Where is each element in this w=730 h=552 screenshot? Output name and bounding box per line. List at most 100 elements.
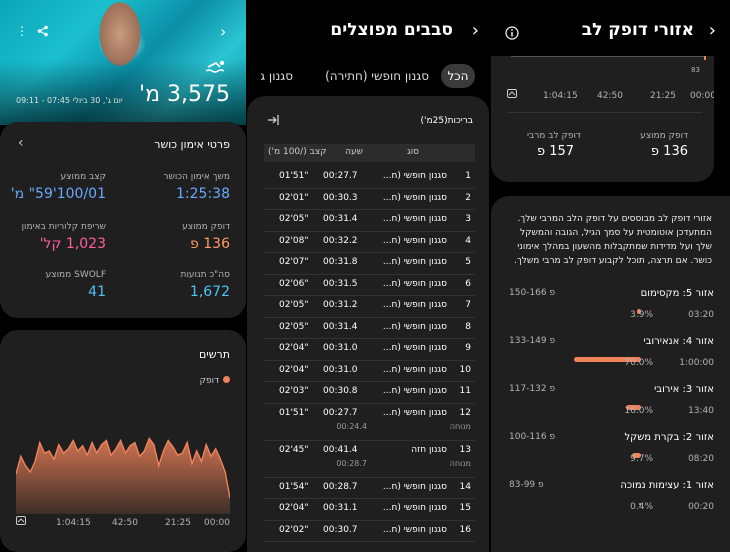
row-separator: [264, 359, 475, 361]
row-type: סגנון חופשי (ח...: [382, 235, 447, 246]
zone-range: 83-99 פ: [509, 480, 544, 490]
row-pace: 02'04": [279, 343, 309, 353]
row-separator: [264, 402, 475, 404]
expand-icon[interactable]: [16, 516, 26, 525]
top-tick: 83: [691, 66, 700, 74]
row-number: 10: [459, 364, 471, 375]
row-separator: [264, 439, 475, 441]
zones-description: אזורי דופק לב מבוססים על דופק הלב המרבי …: [514, 214, 712, 266]
hr-area: [16, 438, 230, 514]
zone-percent: 9.7%: [630, 454, 653, 464]
avg-hr-label: דופק ממוצע: [182, 222, 230, 232]
chart-title: תרשים: [199, 348, 230, 361]
table-row: 1 סגנון חופשי (ח... 00:27.7 01'51": [264, 171, 475, 185]
row-separator: [264, 498, 475, 499]
row-time: 00:28.7: [323, 481, 358, 492]
row-separator: [264, 519, 475, 521]
tab-backstroke[interactable]: סגנון גו: [261, 64, 293, 88]
row-pace: 02'04": [279, 364, 309, 375]
header-type: סוג: [406, 147, 419, 157]
table-row: 7 סגנון חופשי (ח... 00:31.2 02'05": [264, 300, 475, 314]
x-tick: 42:50: [597, 91, 623, 101]
chart-card: תרשים דופק 1:04:15 42:50 21:25 00:00: [0, 330, 246, 552]
row-pace: 02'05": [279, 214, 309, 224]
swolf-stat: SWOLF ממוצע 41: [6, 270, 106, 300]
zone-row: אזור 4: אנאירובי 133-149 פ 1:00:00 70.0%: [509, 336, 714, 386]
x-tick: 42:50: [112, 518, 138, 528]
row-number: 15: [459, 503, 471, 513]
calories-label: שריפת קלוריות באימון: [21, 222, 106, 232]
avg-hr-label: דופק ממוצע: [640, 131, 688, 141]
row-type: סגנון חופשי (ח...: [382, 321, 447, 332]
x-tick: 21:25: [165, 518, 191, 528]
back-icon[interactable]: ›: [709, 20, 716, 41]
max-hr-value: 157 פ: [537, 144, 575, 159]
row-time: 00:27.7: [323, 171, 358, 181]
menu-icon[interactable]: ⋮: [16, 24, 28, 38]
pace-label: קצב ממוצע: [60, 172, 106, 182]
rest-label: מנוחה: [449, 421, 471, 431]
x-tick: 1:04:15: [56, 518, 91, 528]
tab-all[interactable]: הכל: [441, 64, 475, 88]
row-time: 00:31.1: [323, 503, 358, 513]
zone-range: 150-166 פ: [509, 288, 556, 298]
legend: דופק: [200, 376, 230, 386]
table-row: 9 סגנון חופשי (ח... 00:31.0 02'04": [264, 343, 475, 357]
row-type: סגנון חופשי (ח...: [382, 364, 447, 375]
duration-value: 1:25:38: [176, 186, 230, 202]
back-icon[interactable]: ›: [472, 20, 479, 41]
heart-rate-chart: [16, 436, 230, 514]
table-row: 10 סגנון חופשי (ח... 00:31.0 02'04": [264, 365, 475, 379]
pace-value: 100/01'59" מ': [10, 186, 106, 202]
table-row: 3 סגנון חופשי (ח... 00:31.4 02'05": [264, 214, 475, 228]
row-number: 6: [465, 278, 471, 289]
header-time: שעה: [345, 147, 363, 157]
row-time: 00:41.4: [323, 444, 358, 455]
expand-icon[interactable]: [507, 89, 517, 98]
zone-time: 08:20: [688, 454, 714, 464]
row-number: 8: [465, 321, 471, 332]
row-number: 9: [465, 343, 471, 353]
row-separator: [264, 187, 475, 189]
table-row: 13 סגנון חזה 00:41.4 02'45" מנוחה 00:28.7: [264, 445, 475, 473]
hr-mark: [704, 56, 706, 60]
tabs-bar: הכל סגנון חופשי (חתירה) סגנון גו: [247, 64, 489, 90]
zone-range: 117-132 פ: [509, 384, 556, 394]
row-time: 00:31.5: [323, 278, 358, 289]
zone-row: אזור 5: מקסימום 150-166 פ 03:20 3.9%: [509, 288, 714, 338]
duration-stat: משך אימון הכושר 1:25:38: [130, 172, 230, 202]
rest-label: מנוחה: [449, 458, 471, 468]
strokes-value: 1,672: [189, 284, 230, 300]
calories-stat: שריפת קלוריות באימון 1,023 קל': [6, 222, 106, 252]
swim-photo: ⋮ › 3,575 מ' יום ג', 30 ביולי 07:45 - 09…: [0, 0, 246, 125]
avg-hr-value: 136 פ: [190, 236, 230, 252]
info-icon[interactable]: [505, 26, 519, 40]
row-type: סגנון חופשי (ח...: [382, 343, 447, 353]
tab-all-label: הכל: [447, 69, 469, 83]
strokes-stat: סה"כ תנועות 1,672: [130, 270, 230, 300]
details-card: פרטי אימון כושר ‹ משך אימון הכושר 1:25:3…: [0, 122, 246, 318]
row-time: 00:31.4: [323, 214, 358, 224]
row-separator: [264, 295, 475, 296]
zone-row: אזור 1: עצימות נמוכה 83-99 פ 00:20 0.4%: [509, 480, 714, 530]
chevron-left-icon[interactable]: ‹: [18, 135, 24, 151]
avg-hr-value: 136 פ: [650, 144, 688, 159]
tab-freestyle[interactable]: סגנון חופשי (חתירה): [325, 64, 429, 88]
row-pace: 02'45": [279, 444, 309, 455]
row-time: 00:30.8: [323, 386, 358, 396]
row-number: 12: [459, 407, 471, 418]
row-type: סגנון חזה: [411, 444, 447, 455]
zone-name: אזור 5: מקסימום: [640, 288, 714, 299]
zone-time: 03:20: [688, 310, 714, 320]
duration-label: משך אימון הכושר: [163, 172, 230, 182]
table-row: 5 סגנון חופשי (ח... 00:31.8 02'07": [264, 257, 475, 271]
legend-dot: [223, 376, 230, 383]
hr-summary-card: 83 1:04:15 42:50 21:25 00:00 דופק ממוצע …: [491, 56, 714, 182]
forward-icon[interactable]: ›: [220, 22, 226, 41]
row-separator: [264, 541, 475, 542]
swimmer-icon: [205, 60, 225, 73]
share-icon[interactable]: [37, 25, 49, 37]
pace-stat: קצב ממוצע 100/01'59" מ': [6, 172, 106, 202]
collapse-icon[interactable]: [267, 114, 279, 126]
row-number: 16: [459, 524, 471, 535]
